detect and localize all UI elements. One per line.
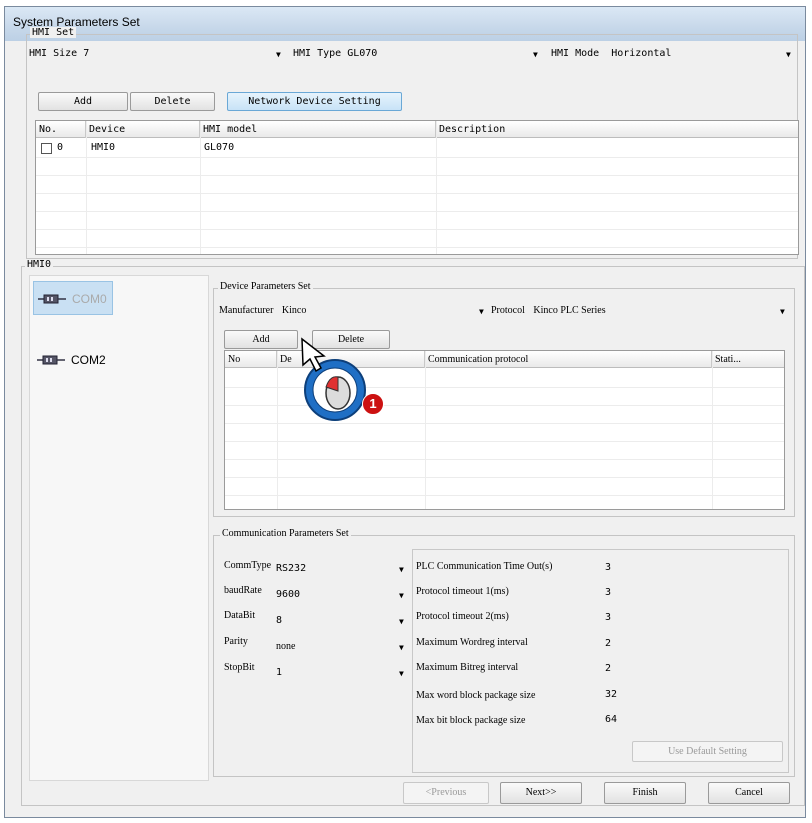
hmi-add-button[interactable]: Add [38,92,128,111]
cancel-button[interactable]: Cancel [708,782,790,804]
protocol-timeout2-label: Protocol timeout 2(ms) [416,611,509,622]
baudrate-value[interactable]: 9600 [276,589,300,600]
previous-button[interactable]: <Previous [403,782,489,804]
databit-value[interactable]: 8 [276,615,282,626]
port-item-com0[interactable]: COM0 [33,281,113,315]
hmi-mode-value: Horizontal [611,48,672,59]
system-parameters-window: System Parameters Set HMI Set HMI Size 7… [4,6,806,818]
commtype-label: CommType [224,560,272,571]
port-com0-label: COM0 [72,292,107,306]
protocol-label: Protocol [491,305,525,316]
row-device: HMI0 [91,142,116,153]
wordreg-interval-label: Maximum Wordreg interval [416,637,528,648]
device-add-button[interactable]: Add [224,330,298,349]
stopbit-value[interactable]: 1 [276,667,282,678]
word-block-size-label: Max word block package size [416,690,536,701]
hmi-type-value: GL070 [347,48,378,59]
finish-button[interactable]: Finish [604,782,686,804]
parity-label: Parity [224,636,248,647]
col-comm-protocol[interactable]: Communication protocol [425,351,712,368]
word-block-size-value[interactable]: 32 [605,689,617,700]
hmi-type-combo[interactable]: HMI Type GL070 [293,48,377,59]
hmi-size-dropdown-icon[interactable]: ▼ [276,50,281,59]
col-station[interactable]: Stati... [712,351,784,368]
row-no: 0 [57,142,64,153]
bit-block-size-label: Max bit block package size [416,715,526,726]
protocol-timeout1-value[interactable]: 3 [605,587,611,598]
row-model: GL070 [204,142,235,153]
timeout-settings-panel [412,549,789,773]
hmi-delete-button[interactable]: Delete [130,92,215,111]
col-device-no[interactable]: No [225,351,277,368]
plc-timeout-label: PLC Communication Time Out(s) [416,561,553,572]
bitreg-interval-label: Maximum Bitreg interval [416,662,519,673]
row-checkbox[interactable] [41,143,52,154]
stopbit-label: StopBit [224,662,255,673]
bit-block-size-value[interactable]: 64 [605,714,617,725]
hmi-size-value: 7 [83,48,90,59]
hmi-device-table: No. Device HMI model Description 0 HMI0 … [35,120,799,255]
protocol-timeout2-value[interactable]: 3 [605,612,611,623]
col-no[interactable]: No. [36,121,86,138]
hmi-size-combo[interactable]: HMI Size 7 [29,48,89,59]
databit-label: DataBit [224,610,256,621]
protocol-value: Kinco PLC Series [533,305,606,316]
manufacturer-value: Kinco [281,305,307,316]
hmi0-label: HMI0 [25,259,54,270]
hmi-type-label: HMI Type [293,48,342,59]
bitreg-interval-value[interactable]: 2 [605,663,611,674]
hmi-size-label: HMI Size [29,48,78,59]
databit-dropdown-icon[interactable]: ▼ [399,617,404,626]
network-device-setting-button[interactable]: Network Device Setting [227,92,402,111]
protocol-combo[interactable]: Protocol Kinco PLC Series [491,305,606,316]
mouse-click-icon [301,337,366,421]
hmi-mode-combo[interactable]: HMI Mode Horizontal [551,48,671,59]
commtype-value[interactable]: RS232 [276,563,306,574]
hmi-type-dropdown-icon[interactable]: ▼ [533,50,538,59]
col-description[interactable]: Description [436,121,798,138]
parity-value[interactable]: none [276,641,295,652]
protocol-timeout1-label: Protocol timeout 1(ms) [416,586,509,597]
click-annotation: 1 [290,333,410,433]
manufacturer-label: Manufacturer [219,305,274,316]
col-hmi-model[interactable]: HMI model [200,121,436,138]
protocol-dropdown-icon[interactable]: ▼ [780,307,785,316]
commtype-dropdown-icon[interactable]: ▼ [399,565,404,574]
wordreg-interval-value[interactable]: 2 [605,638,611,649]
next-button[interactable]: Next>> [500,782,582,804]
col-device[interactable]: Device [86,121,200,138]
use-default-setting-button[interactable]: Use Default Setting [632,741,783,762]
serial-port-icon [38,294,66,304]
parity-dropdown-icon[interactable]: ▼ [399,643,404,652]
hmi-set-label: HMI Set [30,27,77,38]
port-com2-label: COM2 [71,353,106,367]
comm-params-label: Communication Parameters Set [220,528,351,539]
manufacturer-dropdown-icon[interactable]: ▼ [479,307,484,316]
plc-timeout-value[interactable]: 3 [605,562,611,573]
step-badge: 1 [362,393,384,415]
hmi-mode-dropdown-icon[interactable]: ▼ [786,50,791,59]
hmi-mode-label: HMI Mode [551,48,600,59]
device-params-label: Device Parameters Set [218,281,313,292]
hmi-table-header: No. Device HMI model Description [36,121,798,138]
baudrate-label: baudRate [224,585,262,596]
serial-port-icon [37,355,65,365]
baudrate-dropdown-icon[interactable]: ▼ [399,591,404,600]
stopbit-dropdown-icon[interactable]: ▼ [399,669,404,678]
port-item-com2[interactable]: COM2 [33,345,113,375]
manufacturer-combo[interactable]: Manufacturer Kinco [219,305,306,316]
table-row[interactable]: 0 HMI0 GL070 [36,139,798,157]
